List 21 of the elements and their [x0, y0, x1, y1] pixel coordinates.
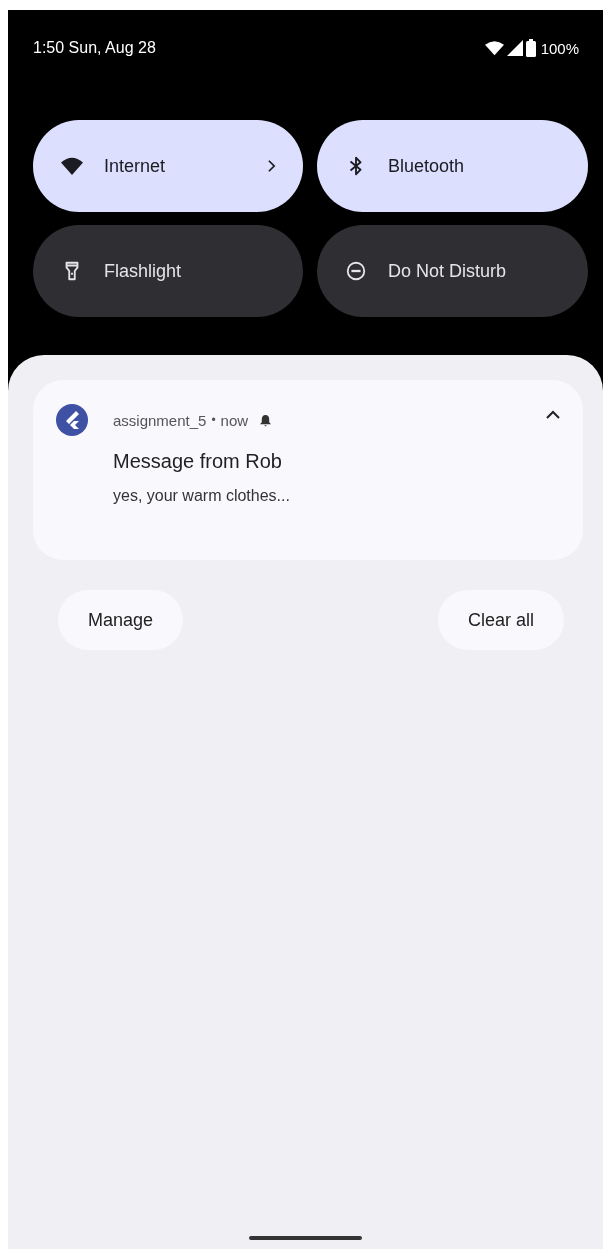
quick-setting-tile[interactable]: Flashlight [33, 225, 303, 317]
status-clock: 1:50 Sun, Aug 28 [33, 39, 156, 57]
action-button[interactable]: Manage [58, 590, 184, 650]
notification-title: Message from Rob [113, 450, 283, 473]
quick-setting-tile[interactable]: Do Not Disturb [317, 225, 588, 317]
action-button[interactable]: Clear all [437, 590, 564, 650]
do-not-disturb-icon [344, 260, 368, 282]
quick-setting-tile[interactable]: Internet [33, 120, 303, 212]
notification-card[interactable]: assignment_5 • now Message from Rob yes, your warm clothes... [33, 380, 583, 560]
app-name: assignment_5 [113, 411, 207, 429]
wifi-icon [484, 40, 504, 56]
notification-text: yes, your warm clothes... [113, 487, 291, 505]
quick-setting-tile[interactable]: Bluetooth [317, 120, 588, 212]
bell-icon [259, 413, 273, 427]
separator-dot: • [211, 413, 216, 427]
battery-icon [525, 39, 536, 57]
signal-icon [506, 40, 523, 56]
notification-time: now [220, 411, 249, 429]
battery-percent: 100% [540, 39, 579, 57]
collapse-button[interactable] [545, 410, 561, 420]
app-icon [56, 404, 88, 436]
